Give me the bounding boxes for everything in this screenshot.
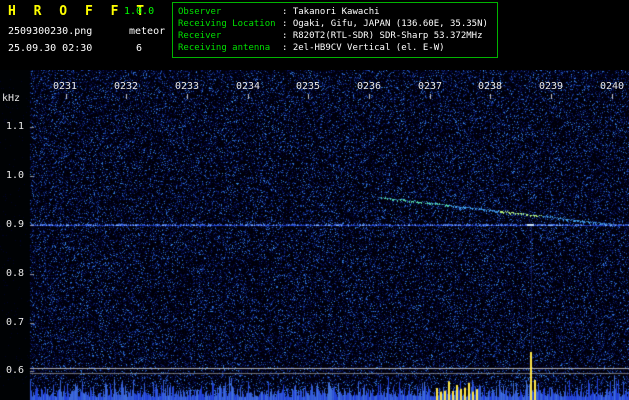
info-value: Takanori Kawachi <box>292 7 380 17</box>
freq-tick-label: 0.8 <box>5 268 24 279</box>
spectrogram-panel: kHz 0231 0232 0233 0234 0235 0236 0237 0… <box>0 70 629 400</box>
time-tick-label: 0231 <box>52 81 78 92</box>
info-row-location: Receiving Location: Ogaki, Gifu, JAPAN (… <box>178 18 492 30</box>
info-value: R820T2(RTL-SDR) SDR-Sharp 53.372MHz <box>292 31 483 41</box>
freq-tick-label: 1.0 <box>5 170 24 181</box>
info-label: Receiving antenna <box>178 43 271 53</box>
freq-unit-label: kHz <box>2 93 21 104</box>
time-tick-label: 0233 <box>174 81 200 92</box>
header: H R O F F T 1.0.0 2509300230.png meteor … <box>0 0 629 70</box>
time-tick-label: 0234 <box>235 81 261 92</box>
spectrogram-canvas <box>0 70 629 400</box>
time-tick-label: 0236 <box>356 81 382 92</box>
time-tick-label: 0235 <box>295 81 321 92</box>
info-separator: : <box>282 7 288 17</box>
echo-count: 6 <box>136 43 143 54</box>
info-row-observer: Observer: Takanori Kawachi <box>178 6 492 18</box>
info-separator: : <box>282 19 288 29</box>
freq-tick-label: 1.1 <box>5 121 24 132</box>
info-label: Receiving Location <box>178 19 276 29</box>
station-info-panel: Observer: Takanori Kawachi Receiving Loc… <box>172 2 498 58</box>
time-tick-label: 0232 <box>113 81 139 92</box>
app-version: 1.0.0 <box>124 6 155 17</box>
freq-tick-label: 0.6 <box>5 365 24 376</box>
info-row-antenna: Receiving antenna: 2el-HB9CV Vertical (e… <box>178 42 492 54</box>
info-row-receiver: Receiver: R820T2(RTL-SDR) SDR-Sharp 53.3… <box>178 30 492 42</box>
mode-label: meteor <box>129 26 166 37</box>
info-label: Receiver <box>178 31 222 41</box>
info-separator: : <box>282 43 288 53</box>
info-value: 2el-HB9CV Vertical (el. E-W) <box>292 43 445 53</box>
timestamp: 25.09.30 02:30 <box>8 43 93 54</box>
freq-tick-label: 0.7 <box>5 317 24 328</box>
time-tick-label: 0239 <box>538 81 564 92</box>
time-tick-label: 0240 <box>599 81 625 92</box>
freq-tick-label: 0.9 <box>5 219 24 230</box>
time-tick-label: 0237 <box>417 81 443 92</box>
info-separator: : <box>282 31 288 41</box>
time-tick-label: 0238 <box>477 81 503 92</box>
output-filename: 2509300230.png <box>8 26 93 37</box>
info-value: Ogaki, Gifu, JAPAN (136.60E, 35.35N) <box>292 19 488 29</box>
info-label: Observer <box>178 7 222 17</box>
